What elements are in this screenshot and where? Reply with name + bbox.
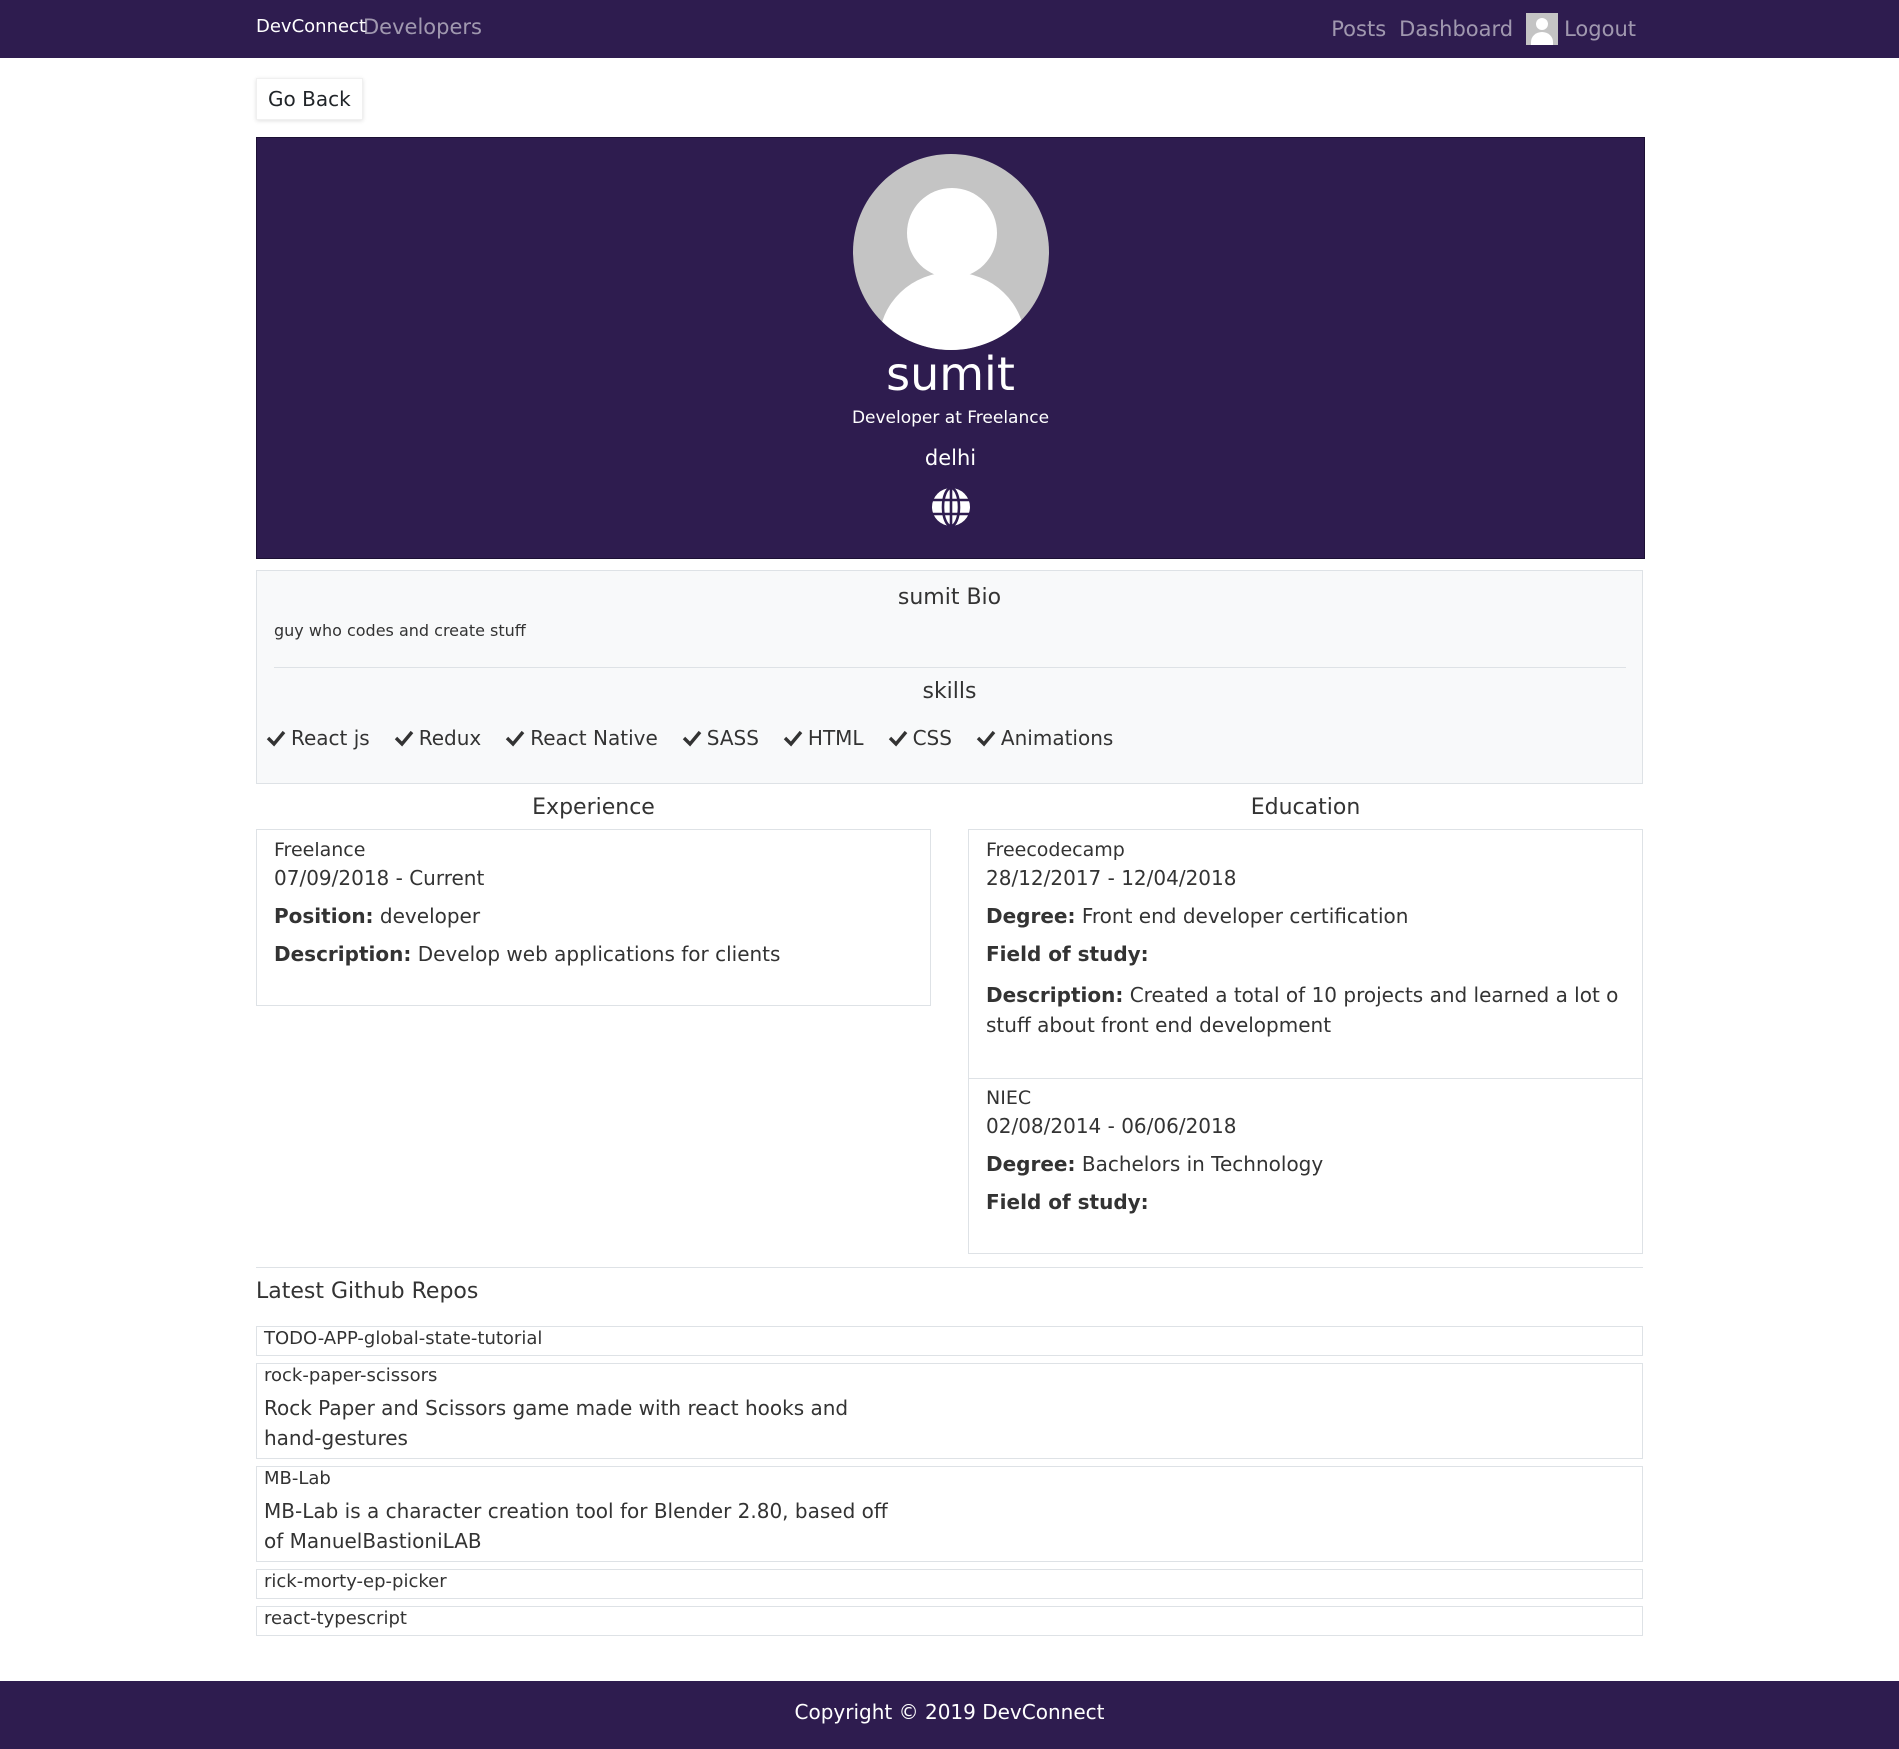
- logout-link[interactable]: Logout: [1526, 13, 1636, 45]
- experience-dates: 07/09/2018 - Current: [274, 866, 485, 890]
- check-icon: [888, 730, 907, 747]
- skill-label: React js: [291, 726, 370, 750]
- experience-title: Experience: [532, 795, 655, 820]
- repo-description: MB-Lab is a character creation tool for …: [264, 1499, 888, 1553]
- degree-label: Degree:: [986, 904, 1076, 928]
- skill-label: Animations: [1000, 726, 1114, 750]
- skill-label: Redux: [418, 726, 482, 750]
- globe-icon[interactable]: [930, 486, 972, 528]
- skill-item: SASS: [682, 726, 759, 750]
- nav-developers-link[interactable]: Developers: [363, 15, 482, 39]
- degree-value: Front end developer certification: [1081, 904, 1409, 928]
- experience-entry: Freelance 07/09/2018 - Current Position:…: [274, 839, 913, 966]
- go-back-button[interactable]: Go Back: [256, 78, 363, 120]
- user-avatar-icon: [1526, 13, 1559, 45]
- repo-item[interactable]: react-typescript: [256, 1606, 1643, 1636]
- education-field: Field of study:: [986, 1190, 1149, 1214]
- degree-value: Bachelors in Technology: [1081, 1152, 1324, 1176]
- experience-company: Freelance: [274, 839, 366, 861]
- repos-title: Latest Github Repos: [256, 1279, 479, 1304]
- experience-position: Position: developer: [274, 904, 913, 928]
- education-school: Freecodecamp: [986, 839, 1125, 861]
- navbar: DevConnect Developers Posts Dashboard Lo…: [0, 0, 1899, 58]
- skill-item: React Native: [505, 726, 658, 750]
- education-degree: Degree: Bachelors in Technology: [986, 1152, 1625, 1176]
- repo-item[interactable]: TODO-APP-global-state-tutorial: [256, 1326, 1643, 1356]
- skill-item: Redux: [394, 726, 482, 750]
- brand-link[interactable]: DevConnect: [256, 16, 366, 37]
- skill-item: Animations: [976, 726, 1113, 750]
- education-dates: 02/08/2014 - 06/06/2018: [986, 1114, 1237, 1138]
- education-description: Description: Created a total of 10 proje…: [986, 980, 1625, 1040]
- position-value: developer: [379, 904, 481, 928]
- skill-item: React js: [266, 726, 370, 750]
- skills-list: React js Redux React Native SASS HTML CS…: [266, 726, 1137, 750]
- profile-location: delhi: [924, 446, 977, 470]
- check-icon: [266, 730, 286, 747]
- profile-avatar: [853, 154, 1049, 350]
- experience-card: Freelance 07/09/2018 - Current Position:…: [256, 829, 931, 1006]
- education-title: Education: [1250, 795, 1361, 820]
- skill-label: SASS: [706, 726, 759, 750]
- footer-copyright: Copyright © 2019 DevConnect: [794, 1700, 1105, 1724]
- nav-dashboard-link[interactable]: Dashboard: [1399, 17, 1513, 41]
- bio-text: guy who codes and create stuff: [274, 621, 526, 640]
- check-icon: [394, 730, 414, 747]
- repo-name[interactable]: MB-Lab: [264, 1468, 331, 1489]
- repo-item[interactable]: rock-paper-scissors Rock Paper and Sciss…: [256, 1363, 1643, 1459]
- education-school: NIEC: [986, 1087, 1032, 1109]
- profile-about: sumit Bio guy who codes and create stuff…: [256, 570, 1643, 784]
- divider: [256, 1267, 1643, 1268]
- nav-right: Posts Dashboard Logout: [1331, 13, 1636, 45]
- repo-name[interactable]: TODO-APP-global-state-tutorial: [264, 1328, 542, 1349]
- education-dates: 28/12/2017 - 12/04/2018: [986, 866, 1237, 890]
- repo-name[interactable]: rick-morty-ep-picker: [264, 1571, 447, 1592]
- skill-label: HTML: [807, 726, 864, 750]
- profile-header: sumit Developer at Freelance delhi: [256, 137, 1645, 559]
- skill-item: CSS: [888, 726, 952, 750]
- logout-label: Logout: [1564, 17, 1636, 41]
- education-entry: NIEC 02/08/2014 - 06/06/2018 Degree: Bac…: [986, 1087, 1625, 1214]
- skills-title: skills: [922, 679, 977, 704]
- check-icon: [783, 730, 803, 747]
- divider: [969, 1078, 1642, 1079]
- position-label: Position:: [274, 904, 374, 928]
- education-field: Field of study:: [986, 942, 1149, 966]
- skill-label: React Native: [530, 726, 658, 750]
- repo-name[interactable]: react-typescript: [264, 1608, 407, 1629]
- degree-label: Degree:: [986, 1152, 1076, 1176]
- footer: Copyright © 2019 DevConnect: [0, 1681, 1899, 1749]
- education-card: Freecodecamp 28/12/2017 - 12/04/2018 Deg…: [968, 829, 1643, 1254]
- bio-title: sumit Bio: [897, 585, 1002, 610]
- experience-description: Description: Develop web applications fo…: [274, 942, 913, 966]
- profile-name: sumit: [886, 347, 1015, 401]
- nav-posts-link[interactable]: Posts: [1331, 17, 1386, 41]
- skill-label: CSS: [912, 726, 952, 750]
- description-value: Develop web applications for clients: [417, 942, 781, 966]
- check-icon: [506, 730, 525, 747]
- skill-item: HTML: [783, 726, 864, 750]
- check-icon: [682, 730, 702, 747]
- repo-item[interactable]: rick-morty-ep-picker: [256, 1569, 1643, 1599]
- check-icon: [976, 730, 996, 747]
- profile-status: Developer at Freelance: [851, 408, 1050, 428]
- description-label: Description:: [986, 983, 1124, 1007]
- education-degree: Degree: Front end developer certificatio…: [986, 904, 1625, 928]
- education-entry: Freecodecamp 28/12/2017 - 12/04/2018 Deg…: [986, 839, 1625, 1040]
- repo-item[interactable]: MB-Lab MB-Lab is a character creation to…: [256, 1466, 1643, 1562]
- divider: [274, 667, 1626, 668]
- description-label: Description:: [274, 942, 412, 966]
- repo-description: Rock Paper and Scissors game made with r…: [264, 1396, 849, 1450]
- repo-name[interactable]: rock-paper-scissors: [264, 1365, 437, 1386]
